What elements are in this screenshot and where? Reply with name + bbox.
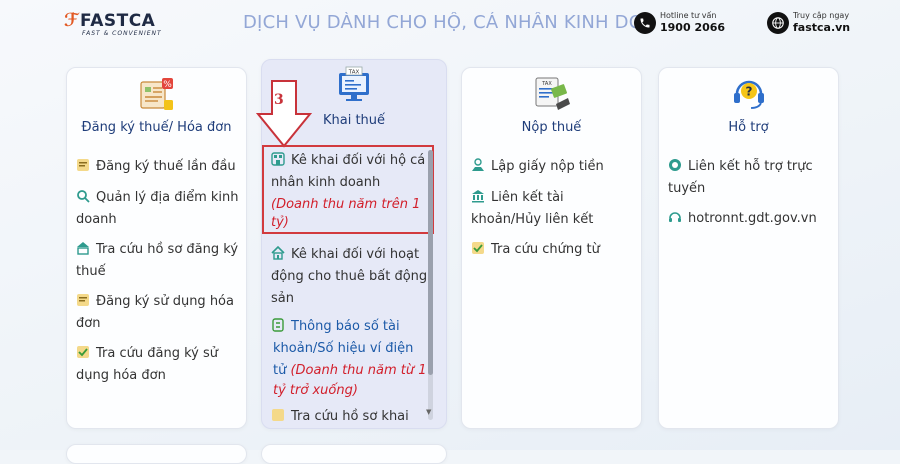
fastca-logo[interactable]: ℱ FASTCA FAST & CONVENIENT — [64, 10, 162, 37]
form-icon — [76, 293, 92, 307]
website-link[interactable]: Truy cập ngay fastca.vn — [767, 11, 850, 34]
support-headset-icon: ? — [729, 72, 769, 116]
invoice-icon: % — [138, 76, 176, 116]
register-invoice-label-cont: đơn — [76, 316, 101, 331]
brand-tagline: FAST & CONVENIENT — [82, 30, 162, 37]
checked-form-icon — [471, 241, 487, 255]
account-notice-link[interactable]: Thông báo số tài — [271, 316, 400, 338]
highlight-box — [262, 145, 434, 234]
scroll-down-icon[interactable]: ▼ — [426, 408, 431, 416]
account-notice-label: Thông báo số tài — [291, 319, 400, 334]
account-notice-revenue-note-cont: tỷ trở xuống) — [273, 383, 358, 398]
lookup-registration-label-cont: thuế — [76, 264, 106, 279]
svg-text:TAX: TAX — [541, 81, 552, 87]
card-bottom-1 — [66, 444, 247, 464]
create-payment-link[interactable]: Lập giấy nộp tiền — [471, 156, 604, 178]
access-label: Truy cập ngay — [793, 11, 850, 20]
card-bottom-2 — [261, 444, 447, 464]
lookup-invoice-label-cont: dụng hóa đơn — [76, 368, 166, 383]
declare-scrollbar-thumb[interactable] — [428, 150, 433, 375]
link-account-link[interactable]: Liên kết tài — [471, 187, 564, 209]
hotline-label: Hotline tư vấn — [660, 11, 717, 20]
register-invoice-link[interactable]: Đăng ký sử dụng hóa — [76, 291, 234, 313]
search-icon — [76, 189, 92, 203]
cash-icon — [471, 158, 487, 172]
lookup-invoice-link[interactable]: Tra cứu đăng ký sử — [76, 343, 218, 365]
form-icon — [271, 408, 287, 422]
lookup-invoice-label: Tra cứu đăng ký sử — [96, 346, 218, 361]
svg-text:%: % — [163, 80, 172, 90]
headset-icon — [668, 210, 684, 224]
transfer-icon — [271, 318, 287, 332]
page-title: DỊCH VỤ DÀNH CHO HỘ, CÁ NHÂN KINH DOANH — [243, 12, 638, 33]
online-support-label-cont: tuyến — [668, 181, 706, 196]
account-notice-revenue-note: (Doanh thu năm từ 1 — [290, 363, 427, 378]
tax-monitor-icon: TAX — [334, 65, 374, 109]
declare-lookup-clip: Tra cứu hồ sơ khai — [262, 404, 428, 428]
tax-payment-icon: TAX — [532, 74, 572, 116]
access-site: fastca.vn — [793, 21, 851, 34]
manage-location-link[interactable]: Quản lý địa điểm kinh — [76, 187, 239, 209]
register-invoice-label: Đăng ký sử dụng hóa — [96, 294, 234, 309]
manage-location-label: Quản lý địa điểm kinh — [96, 190, 239, 205]
hotline-contact[interactable]: Hotline tư vấn 1900 2066 — [634, 11, 725, 34]
card-pay-title: Nộp thuế — [521, 120, 582, 135]
link-account-label-cont: khoản/Hủy liên kết — [471, 212, 594, 227]
lookup-voucher-link[interactable]: Tra cứu chứng từ — [471, 239, 600, 261]
phone-icon — [634, 11, 656, 34]
form-icon — [76, 158, 92, 172]
support-email-label: hotronnt.gdt.gov.vn — [688, 211, 817, 226]
account-notice-label-cont: khoản/Số hiệu ví điện — [273, 341, 414, 356]
account-notice-line3: tử (Doanh thu năm từ 1 — [273, 360, 427, 382]
step-arrow-icon — [255, 80, 313, 148]
building-icon — [76, 241, 92, 255]
lookup-registration-label: Tra cứu hồ sơ đăng ký — [96, 242, 239, 257]
lookup-registration-link[interactable]: Tra cứu hồ sơ đăng ký — [76, 239, 238, 261]
hotline-number: 1900 2066 — [660, 21, 726, 34]
declare-rental-link[interactable]: Kê khai đối với hoạt — [271, 244, 419, 266]
online-support-label: Liên kết hỗ trợ trực — [688, 159, 813, 174]
create-payment-label: Lập giấy nộp tiền — [491, 159, 604, 174]
account-notice-label-end: tử — [273, 363, 291, 378]
support-email-link[interactable]: hotronnt.gdt.gov.vn — [668, 208, 817, 230]
chat-icon — [668, 158, 684, 172]
svg-text:TAX: TAX — [348, 70, 360, 76]
checked-form-icon — [76, 345, 92, 359]
card-support-title: Hỗ trợ — [728, 120, 769, 135]
register-first-time-link[interactable]: Đăng ký thuế lần đầu — [76, 156, 236, 178]
online-support-link[interactable]: Liên kết hỗ trợ trực — [668, 156, 813, 178]
bank-icon — [471, 189, 487, 203]
declare-rental-label: Kê khai đối với hoạt — [291, 247, 420, 262]
declare-rental-label-end: sản — [271, 291, 294, 306]
lookup-voucher-label: Tra cứu chứng từ — [491, 242, 600, 257]
house-icon — [271, 245, 287, 260]
globe-icon — [767, 11, 789, 34]
declare-lookup-label: Tra cứu hồ sơ khai — [291, 409, 409, 424]
svg-text:?: ? — [745, 85, 752, 99]
logo-mark-icon: ℱ — [64, 10, 80, 31]
register-first-time-label: Đăng ký thuế lần đầu — [96, 159, 236, 174]
card-register-title: Đăng ký thuế/ Hóa đơn — [81, 120, 232, 135]
link-account-label: Liên kết tài — [491, 190, 564, 205]
declare-lookup-link[interactable]: Tra cứu hồ sơ khai — [271, 406, 409, 428]
card-support: ? Hỗ trợ — [658, 67, 839, 429]
step-number: 3 — [274, 92, 284, 108]
manage-location-label-cont: doanh — [76, 212, 117, 227]
declare-rental-label-cont: động cho thuê bất động — [271, 269, 428, 284]
brand-name: FASTCA — [80, 10, 156, 31]
